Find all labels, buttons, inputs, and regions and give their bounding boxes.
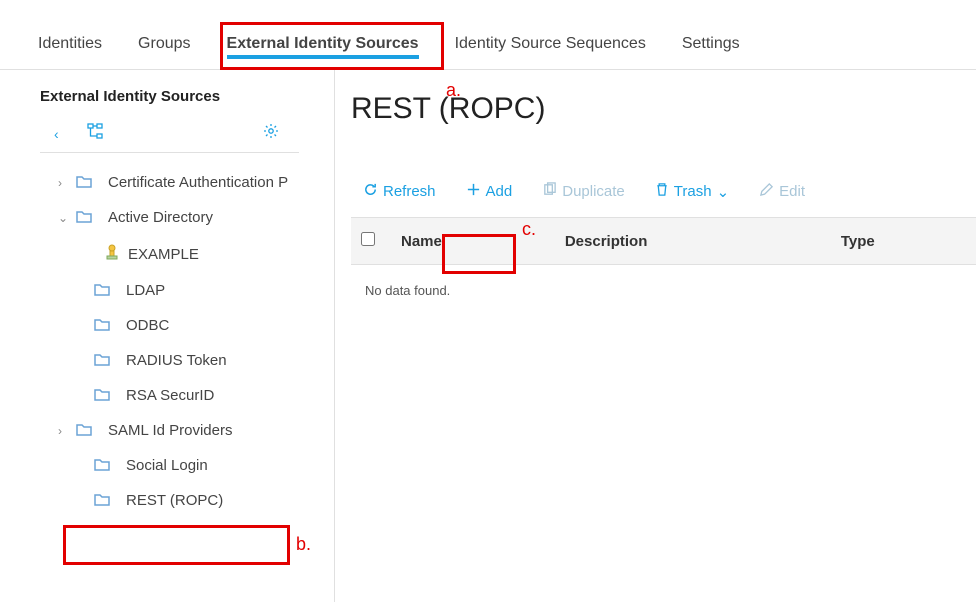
duplicate-icon: [542, 182, 557, 201]
top-tabs: Identities Groups External Identity Sour…: [0, 0, 976, 70]
refresh-button[interactable]: Refresh: [355, 176, 444, 207]
trash-button[interactable]: Trash ⌄: [647, 176, 737, 207]
chevron-down-icon: ⌄: [58, 211, 76, 225]
tab-identity-source-sequences[interactable]: Identity Source Sequences: [437, 23, 664, 69]
folder-icon: [94, 458, 118, 474]
no-data-message: No data found.: [351, 265, 976, 316]
tree-item-label: Social Login: [126, 457, 208, 474]
tree-item-label: Active Directory: [108, 209, 213, 226]
table-header-row: Name Description Type: [351, 218, 976, 265]
data-table: Name Description Type: [351, 217, 976, 265]
tree-item-odbc[interactable]: ODBC: [40, 308, 334, 343]
tree-item-label: SAML Id Providers: [108, 422, 233, 439]
tree-item-label: RADIUS Token: [126, 352, 227, 369]
tree-item-label: REST (ROPC): [126, 492, 223, 509]
folder-icon: [94, 493, 118, 509]
trash-icon: [655, 182, 669, 201]
pencil-icon: [759, 182, 774, 201]
main-area: External Identity Sources ‹ › Certificat…: [0, 70, 976, 602]
tree-item-example[interactable]: EXAMPLE: [40, 235, 334, 273]
sidebar-toolbar-left: ‹: [54, 123, 103, 144]
header-checkbox-cell: [351, 218, 391, 265]
column-description[interactable]: Description: [555, 218, 831, 265]
folder-icon: [94, 388, 118, 404]
select-all-checkbox[interactable]: [361, 232, 375, 246]
folder-icon: [94, 283, 118, 299]
tree-item-saml[interactable]: › SAML Id Providers: [40, 413, 334, 448]
button-label: Edit: [779, 183, 805, 200]
folder-icon: [76, 210, 100, 226]
tree-item-label: LDAP: [126, 282, 165, 299]
tree-item-cert-auth[interactable]: › Certificate Authentication P: [40, 165, 334, 200]
tree-item-radius-token[interactable]: RADIUS Token: [40, 343, 334, 378]
chevron-right-icon: ›: [58, 424, 76, 438]
tab-identities[interactable]: Identities: [20, 23, 120, 69]
tree-item-label: Certificate Authentication P: [108, 174, 288, 191]
refresh-icon: [363, 182, 378, 201]
column-name[interactable]: Name: [391, 218, 555, 265]
edit-button[interactable]: Edit: [751, 176, 813, 207]
sidebar: External Identity Sources ‹ › Certificat…: [0, 70, 335, 602]
folder-icon: [94, 353, 118, 369]
button-label: Trash: [674, 183, 712, 200]
chevron-right-icon: ›: [58, 176, 76, 190]
button-label: Refresh: [383, 183, 436, 200]
tree-item-label: EXAMPLE: [128, 246, 199, 263]
chevron-down-icon: ⌄: [717, 183, 730, 201]
sidebar-toolbar: ‹: [40, 119, 299, 153]
content-panel: REST (ROPC) Refresh Add Duplicate: [335, 70, 976, 602]
column-type[interactable]: Type: [831, 218, 976, 265]
tab-active-indicator: [227, 55, 419, 59]
tree-item-label: RSA SecurID: [126, 387, 214, 404]
add-button[interactable]: Add: [458, 176, 521, 207]
folder-icon: [76, 423, 100, 439]
tab-external-identity-sources[interactable]: External Identity Sources: [209, 23, 437, 69]
sidebar-tree: › Certificate Authentication P ⌄ Active …: [40, 165, 334, 518]
sidebar-title: External Identity Sources: [40, 88, 334, 105]
button-label: Add: [486, 183, 513, 200]
tree-item-social-login[interactable]: Social Login: [40, 448, 334, 483]
tree-view-icon[interactable]: [87, 123, 103, 144]
tree-item-rsa-securid[interactable]: RSA SecurID: [40, 378, 334, 413]
duplicate-button[interactable]: Duplicate: [534, 176, 633, 207]
tree-item-active-directory[interactable]: ⌄ Active Directory: [40, 200, 334, 235]
button-label: Duplicate: [562, 183, 625, 200]
tab-label: External Identity Sources: [227, 35, 419, 52]
ad-domain-icon: [104, 244, 120, 264]
chevron-left-icon[interactable]: ‹: [54, 126, 59, 142]
folder-icon: [94, 318, 118, 334]
gear-icon[interactable]: [263, 123, 279, 144]
folder-icon: [76, 175, 100, 191]
page-title: REST (ROPC): [351, 92, 976, 126]
tree-item-label: ODBC: [126, 317, 169, 334]
tree-item-rest-ropc[interactable]: REST (ROPC): [40, 483, 334, 518]
tree-item-ldap[interactable]: LDAP: [40, 273, 334, 308]
tab-groups[interactable]: Groups: [120, 23, 208, 69]
content-toolbar: Refresh Add Duplicate Trash ⌄: [351, 176, 976, 217]
tab-settings[interactable]: Settings: [664, 23, 758, 69]
plus-icon: [466, 182, 481, 201]
